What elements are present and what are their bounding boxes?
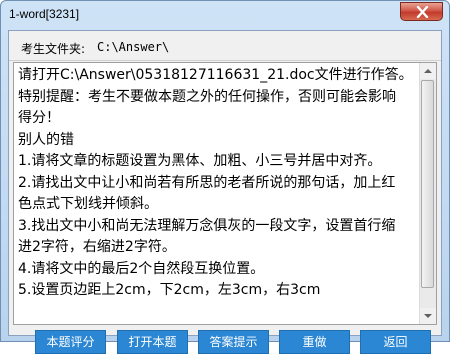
- instructions-textbox[interactable]: 请打开C:\Answer\05318127116631_21.doc文件进行作答…: [13, 62, 437, 325]
- instruction-line: 进2字符，右缩进2字符。: [18, 239, 176, 255]
- window-title: 1-word[3231]: [9, 7, 80, 21]
- folder-label: 考生文件夹:: [21, 42, 86, 56]
- score-button[interactable]: 本题评分: [35, 330, 106, 354]
- chevron-down-icon: [424, 314, 432, 318]
- instruction-line: 4.请将文中的最后2个自然段互换位置。: [18, 260, 265, 277]
- instruction-line: 色点式下划线并倾斜。: [18, 196, 158, 212]
- scroll-down-button[interactable]: [420, 308, 436, 324]
- redo-button[interactable]: 重做: [279, 330, 350, 354]
- instruction-line: 5.设置页边距上2cm，下2cm，左3cm，右3cm: [18, 282, 321, 298]
- back-button[interactable]: 返回: [360, 330, 431, 354]
- answer-hint-button[interactable]: 答案提示: [198, 330, 269, 354]
- client-area: 考生文件夹: C:\Answer\ 请打开C:\Answer\053181271…: [8, 30, 442, 354]
- instruction-line: 别人的错: [18, 131, 74, 148]
- instructions-content: 请打开C:\Answer\05318127116631_21.doc文件进行作答…: [18, 65, 418, 302]
- close-button[interactable]: [400, 2, 443, 21]
- instruction-line: 请打开C:\Answer\05318127116631_21.doc文件进行作答…: [18, 67, 413, 83]
- title-bar: 1-word[3231]: [1, 1, 449, 31]
- instruction-line: 2.请找出文中让小和尚若有所思的老者所说的那句话，加上红: [18, 174, 396, 191]
- chevron-up-icon: [424, 69, 432, 73]
- folder-row: 考生文件夹: C:\Answer\: [9, 31, 441, 61]
- scroll-thumb[interactable]: [421, 80, 434, 288]
- close-icon: [416, 6, 429, 18]
- vertical-scrollbar[interactable]: [419, 63, 436, 324]
- folder-path: C:\Answer\: [97, 40, 170, 54]
- instruction-line: 特别提醒：考生不要做本题之外的任何操作，否则可能会影响: [18, 88, 396, 105]
- instruction-line: 得分！: [18, 110, 60, 126]
- open-question-button[interactable]: 打开本题: [117, 330, 188, 354]
- scroll-up-button[interactable]: [420, 63, 436, 79]
- app-window: 1-word[3231] 考生文件夹: C:\Answer\ 请打开C:\Ans…: [0, 0, 450, 354]
- instruction-line: 1.请将文章的标题设置为黑体、加粗、小三号并居中对齐。: [18, 153, 382, 169]
- instruction-line: 3.找出文中小和尚无法理解万念俱灰的一段文字，设置首行缩: [18, 217, 396, 234]
